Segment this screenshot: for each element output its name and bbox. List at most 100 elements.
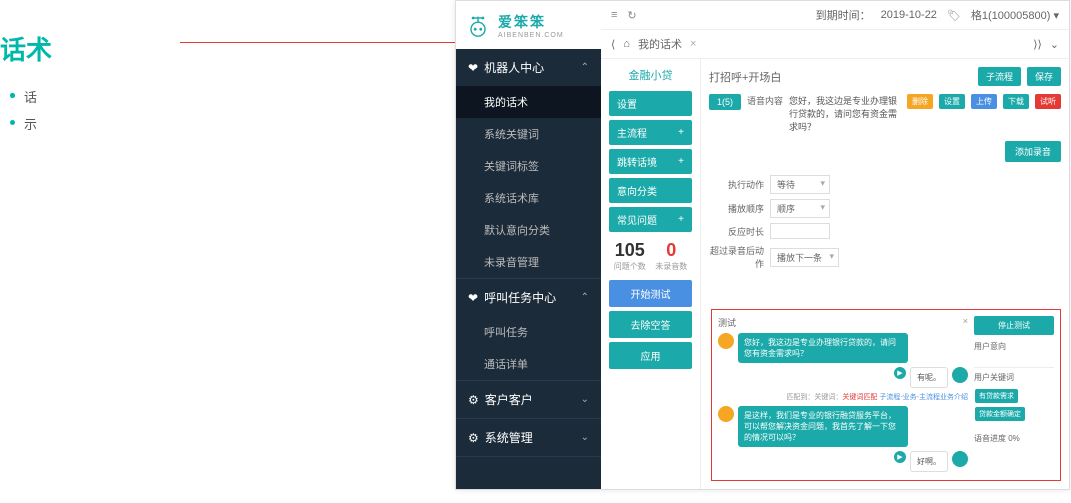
user-message: 好啊。: [910, 451, 948, 472]
download-chip[interactable]: 下载: [1003, 94, 1029, 109]
nav-my-scripts[interactable]: 我的话术: [456, 86, 601, 118]
progress-label: 语音进度 0%: [974, 433, 1054, 444]
script-label: 语音内容: [747, 94, 783, 107]
tab-close-icon[interactable]: ×: [690, 38, 696, 50]
gear-icon: ⚙: [468, 393, 479, 407]
nav-call-details[interactable]: 通话详单: [456, 348, 601, 380]
subflow-button[interactable]: 子流程: [978, 67, 1021, 86]
annotation-title: 话术: [0, 30, 260, 67]
logo-text-en: AIBENBEN.COM: [498, 32, 564, 39]
apply-button[interactable]: 应用: [609, 342, 692, 369]
tag-icon[interactable]: 🏷: [947, 9, 961, 22]
nav-label: 客户客户: [485, 391, 533, 408]
chevron-up-icon: ⌃: [581, 292, 589, 303]
chevron-down-icon: ⌄: [581, 394, 589, 405]
nav-group-call[interactable]: ❤ 呼叫任务中心 ⌃: [456, 279, 601, 316]
gear-icon: ⚙: [468, 431, 479, 445]
breadcrumb: ⟨ ⌂ 我的话术 × ⟩⟩ ⌄: [601, 30, 1069, 59]
play-label: 播放顺序: [709, 202, 764, 215]
test-side-panel: 停止测试 用户意向 用户关键词 有贷款需求 贷款金额确定 语音进度 0%: [974, 316, 1054, 474]
main-area: ≡ ↻ 到期时间： 2019-10-22 🏷 格1(100005800) ▾ ⟨…: [601, 1, 1069, 489]
script-text: 您好，我这边是专业办理银行贷款的，请问您有资金需求吗？: [789, 94, 901, 133]
main-flow-button[interactable]: 主流程+: [609, 120, 692, 145]
plus-icon: +: [678, 214, 684, 225]
nav-label: 呼叫任务中心: [484, 289, 556, 306]
keywords-label: 用户关键词: [974, 372, 1054, 383]
user-menu[interactable]: 格1(100005800) ▾: [971, 7, 1059, 23]
nav-sys-scripts[interactable]: 系统话术库: [456, 182, 601, 214]
bot-avatar: [718, 406, 734, 422]
add-recording-button[interactable]: 添加录音: [1005, 141, 1061, 162]
plus-icon: +: [678, 127, 684, 138]
duration-input[interactable]: [770, 223, 830, 239]
stop-test-button[interactable]: 停止测试: [974, 316, 1054, 335]
settings-chip[interactable]: 设置: [939, 94, 965, 109]
menu-icon[interactable]: ≡: [611, 9, 617, 21]
preview-chip[interactable]: 试听: [1035, 94, 1061, 109]
settings-button[interactable]: 设置: [609, 91, 692, 116]
play-icon[interactable]: ▶: [894, 451, 906, 463]
user-avatar: [952, 451, 968, 467]
breadcrumb-title: 我的话术: [638, 36, 682, 52]
question-count: 105: [614, 240, 646, 261]
test-header: 测试: [718, 316, 736, 329]
clear-button[interactable]: 去除空答: [609, 311, 692, 338]
save-button[interactable]: 保存: [1027, 67, 1061, 86]
bot-message: 是这样，我们是专业的银行融贷服务平台，可以帮您解决资金问题，我首先了解一下您的情…: [738, 406, 908, 447]
user-message: 有呢。: [910, 367, 948, 388]
unrecorded-count-label: 未录音数: [655, 261, 687, 272]
sidebar: 爱笨笨 AIBENBEN.COM ❤ 机器人中心 ⌃ 我的话术 系统关键词 关键词…: [456, 1, 601, 489]
chevron-up-icon: ⌃: [581, 62, 589, 73]
question-count-label: 问题个数: [614, 261, 646, 272]
logo-text-cn: 爱笨笨: [498, 12, 564, 32]
bot-message: 您好，我这边是专业办理银行贷款的，请问您有资金需求吗？: [738, 333, 908, 363]
nav-label: 机器人中心: [484, 59, 544, 76]
upload-chip[interactable]: 上传: [971, 94, 997, 109]
category-label[interactable]: 金融小贷: [609, 67, 692, 83]
nav-default-intent[interactable]: 默认意向分类: [456, 214, 601, 246]
intent-label: 用户意向: [974, 341, 1054, 352]
delete-chip[interactable]: 删除: [907, 94, 933, 109]
close-icon[interactable]: ×: [963, 316, 968, 329]
nav-label: 系统管理: [485, 429, 533, 446]
nav-call-tasks[interactable]: 呼叫任务: [456, 316, 601, 348]
back-icon[interactable]: ⟨: [611, 38, 615, 51]
nav-group-customer[interactable]: ⚙ 客户客户 ⌄: [456, 381, 601, 418]
skip-select[interactable]: 播放下一条: [770, 248, 839, 267]
flow-panel: 金融小贷 设置 主流程+ 跳转话境+ 意向分类 常见问题+ 105问题个数 0未…: [601, 59, 701, 489]
app-window: 爱笨笨 AIBENBEN.COM ❤ 机器人中心 ⌃ 我的话术 系统关键词 关键词…: [455, 0, 1070, 490]
nav-group-robot[interactable]: ❤ 机器人中心 ⌃: [456, 49, 601, 86]
chevron-down-icon[interactable]: ⌄: [1050, 38, 1059, 51]
jump-button[interactable]: 跳转话境+: [609, 149, 692, 174]
refresh-icon[interactable]: ↻: [627, 9, 636, 22]
plus-icon: +: [678, 156, 684, 167]
chat-area: 测试× 您好，我这边是专业办理银行贷款的，请问您有资金需求吗？ ▶有呢。 匹配到…: [718, 316, 968, 474]
keyword-tag[interactable]: 贷款金额确定: [975, 407, 1025, 421]
bullet-2: 话: [10, 87, 260, 106]
test-panel: 测试× 您好，我这边是专业办理银行贷款的，请问您有资金需求吗？ ▶有呢。 匹配到…: [711, 309, 1061, 481]
user-avatar: [952, 367, 968, 383]
robot-logo-icon: [464, 11, 492, 39]
forward-icon[interactable]: ⟩⟩: [1033, 38, 1042, 51]
skip-label: 超过录音后动作: [709, 244, 764, 270]
heart-icon: ❤: [468, 291, 478, 305]
play-select[interactable]: 顺序: [770, 199, 830, 218]
expiry-date: 2019-10-22: [881, 9, 937, 21]
heart-icon: ❤: [468, 61, 478, 75]
keyword-tag[interactable]: 有贷款需求: [975, 389, 1018, 403]
logo[interactable]: 爱笨笨 AIBENBEN.COM: [456, 1, 601, 49]
nav-group-system[interactable]: ⚙系统管理 ⌄: [456, 419, 601, 456]
home-icon[interactable]: ⌂: [623, 38, 630, 50]
start-test-button[interactable]: 开始测试: [609, 280, 692, 307]
topbar: ≡ ↻ 到期时间： 2019-10-22 🏷 格1(100005800) ▾: [601, 1, 1069, 30]
faq-button[interactable]: 常见问题+: [609, 207, 692, 232]
play-icon[interactable]: ▶: [894, 367, 906, 379]
step-badge[interactable]: 1(5): [709, 94, 741, 110]
intent-button[interactable]: 意向分类: [609, 178, 692, 203]
nav-unrecorded[interactable]: 未录音管理: [456, 246, 601, 278]
unrecorded-count: 0: [655, 240, 687, 261]
nav-sys-keywords[interactable]: 系统关键词: [456, 118, 601, 150]
exec-select[interactable]: 等待: [770, 175, 830, 194]
expiry-label: 到期时间：: [816, 7, 871, 23]
nav-keyword-tags[interactable]: 关键词标签: [456, 150, 601, 182]
